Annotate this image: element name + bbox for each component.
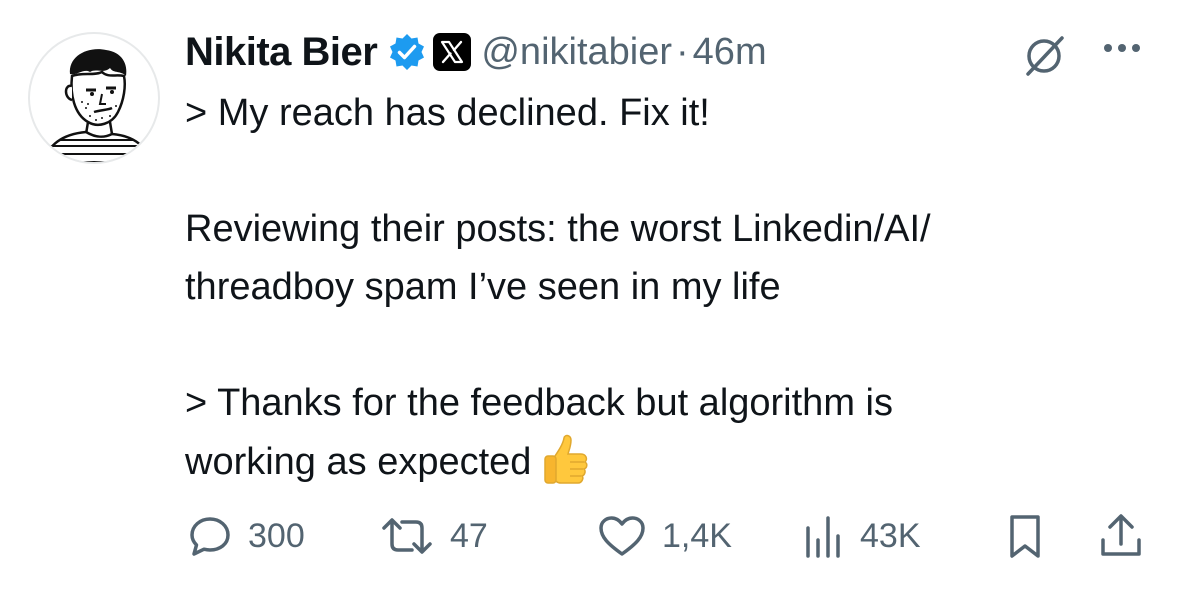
- x-affiliate-icon[interactable]: [433, 33, 472, 71]
- reply-icon: [190, 517, 230, 556]
- author-name[interactable]: Nikita Bier: [185, 30, 378, 75]
- verified-badge-icon[interactable]: [387, 32, 427, 72]
- repost-count: 47: [450, 516, 488, 555]
- avatar[interactable]: [28, 32, 160, 164]
- views-icon: [806, 516, 840, 558]
- tweet-text: > My reach has declined. Fix it! Reviewi…: [185, 84, 1145, 491]
- reply-count: 300: [248, 516, 305, 555]
- avatar-illustration: [43, 49, 151, 162]
- separator-dot: ·: [676, 30, 689, 73]
- action-bar: 300 47 1,4K 43K: [0, 508, 1179, 564]
- repost-button[interactable]: 47: [378, 508, 488, 564]
- tweet: Nikita Bier @nikitabier · 46m > My reach…: [0, 0, 1179, 596]
- bookmark-icon: [1010, 515, 1040, 558]
- bookmark-button[interactable]: [1004, 508, 1046, 564]
- like-count: 1,4K: [662, 516, 732, 555]
- thumbs-up-emoji: [537, 432, 593, 488]
- tweet-text-content: > My reach has declined. Fix it! Reviewi…: [185, 92, 931, 483]
- views-button[interactable]: 43K: [802, 508, 921, 564]
- like-button[interactable]: 1,4K: [596, 508, 732, 564]
- more-icon[interactable]: [1100, 38, 1144, 58]
- repost-icon: [382, 518, 432, 554]
- timestamp[interactable]: 46m: [693, 31, 767, 74]
- grok-icon[interactable]: [1018, 30, 1070, 82]
- share-icon: [1101, 514, 1141, 556]
- tweet-header: Nikita Bier @nikitabier · 46m: [185, 24, 767, 80]
- like-icon: [599, 516, 645, 556]
- author-handle[interactable]: @nikitabier: [481, 31, 672, 74]
- share-button[interactable]: [1098, 508, 1144, 564]
- view-count: 43K: [860, 516, 921, 555]
- reply-button[interactable]: 300: [186, 508, 305, 564]
